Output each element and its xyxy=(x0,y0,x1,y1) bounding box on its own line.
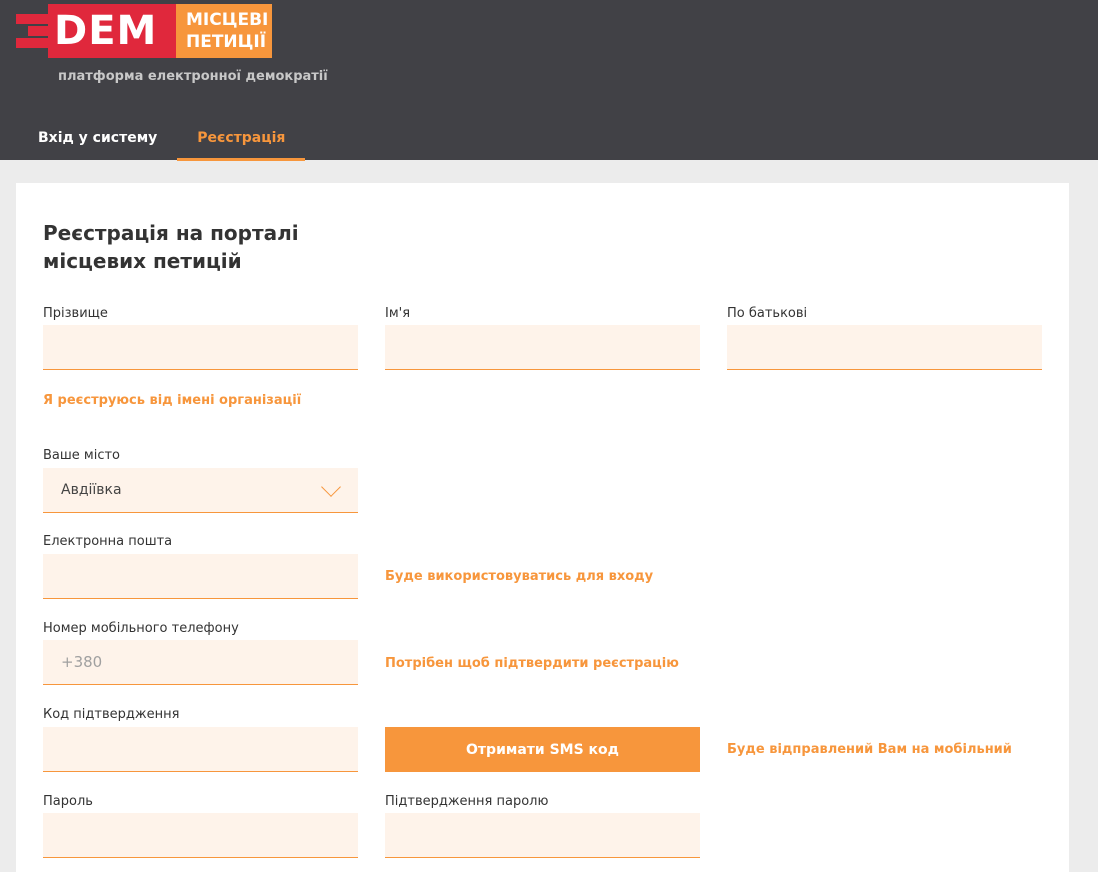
city-select[interactable]: Авдіївка xyxy=(43,468,358,513)
patronymic-field[interactable] xyxy=(727,325,1042,370)
logo-e-mark xyxy=(16,4,48,58)
email-field[interactable] xyxy=(43,554,358,599)
code-label: Код підтвердження xyxy=(43,707,180,722)
surname-field[interactable] xyxy=(43,325,358,370)
city-label: Ваше місто xyxy=(43,448,121,463)
patronymic-label: По батькові xyxy=(727,306,808,321)
site-logo[interactable]: DEM МІСЦЕВІ ПЕТИЦІЇ xyxy=(16,4,272,58)
logo-local-petitions: МІСЦЕВІ ПЕТИЦІЇ xyxy=(176,4,272,58)
email-hint: Буде використовуватись для входу xyxy=(385,569,654,584)
page-title-line1: Реєстрація на порталі xyxy=(43,221,299,245)
password-confirm-field[interactable] xyxy=(385,813,700,858)
site-tagline: платформа електронної демократії xyxy=(58,69,328,84)
password-label: Пароль xyxy=(43,794,93,809)
page-title: Реєстрація на порталі місцевих петицій xyxy=(43,219,343,275)
logo-local-line1: МІСЦЕВІ xyxy=(186,10,269,30)
auth-tabs: Вхід у систему Реєстрація xyxy=(18,114,306,161)
logo-dem-text: DEM xyxy=(48,4,176,58)
tab-registration[interactable]: Реєстрація xyxy=(177,114,306,161)
name-field[interactable] xyxy=(385,325,700,370)
phone-field[interactable] xyxy=(43,640,358,685)
organization-link[interactable]: Я реєструюсь від імені організації xyxy=(43,393,301,408)
surname-label: Прізвище xyxy=(43,306,108,321)
registration-card: Реєстрація на порталі місцевих петицій П… xyxy=(16,183,1069,872)
password-field[interactable] xyxy=(43,813,358,858)
city-select-value: Авдіївка xyxy=(61,482,122,498)
site-header: DEM МІСЦЕВІ ПЕТИЦІЇ платформа електронно… xyxy=(0,0,1098,161)
password-confirm-label: Підтвердження паролю xyxy=(385,794,549,809)
phone-label: Номер мобільного телефону xyxy=(43,621,239,636)
get-sms-code-button[interactable]: Отримати SMS код xyxy=(385,727,700,772)
tab-login[interactable]: Вхід у систему xyxy=(18,114,177,161)
page-title-line2: місцевих петицій xyxy=(43,249,242,273)
code-hint: Буде відправлений Вам на мобільний xyxy=(727,742,1012,757)
chevron-down-icon xyxy=(321,477,341,497)
email-label: Електронна пошта xyxy=(43,534,173,549)
phone-hint: Потрібен щоб підтвердити реєстрацію xyxy=(385,656,679,671)
name-label: Ім'я xyxy=(385,306,411,321)
confirmation-code-field[interactable] xyxy=(43,727,358,772)
logo-local-line2: ПЕТИЦІЇ xyxy=(186,32,267,52)
